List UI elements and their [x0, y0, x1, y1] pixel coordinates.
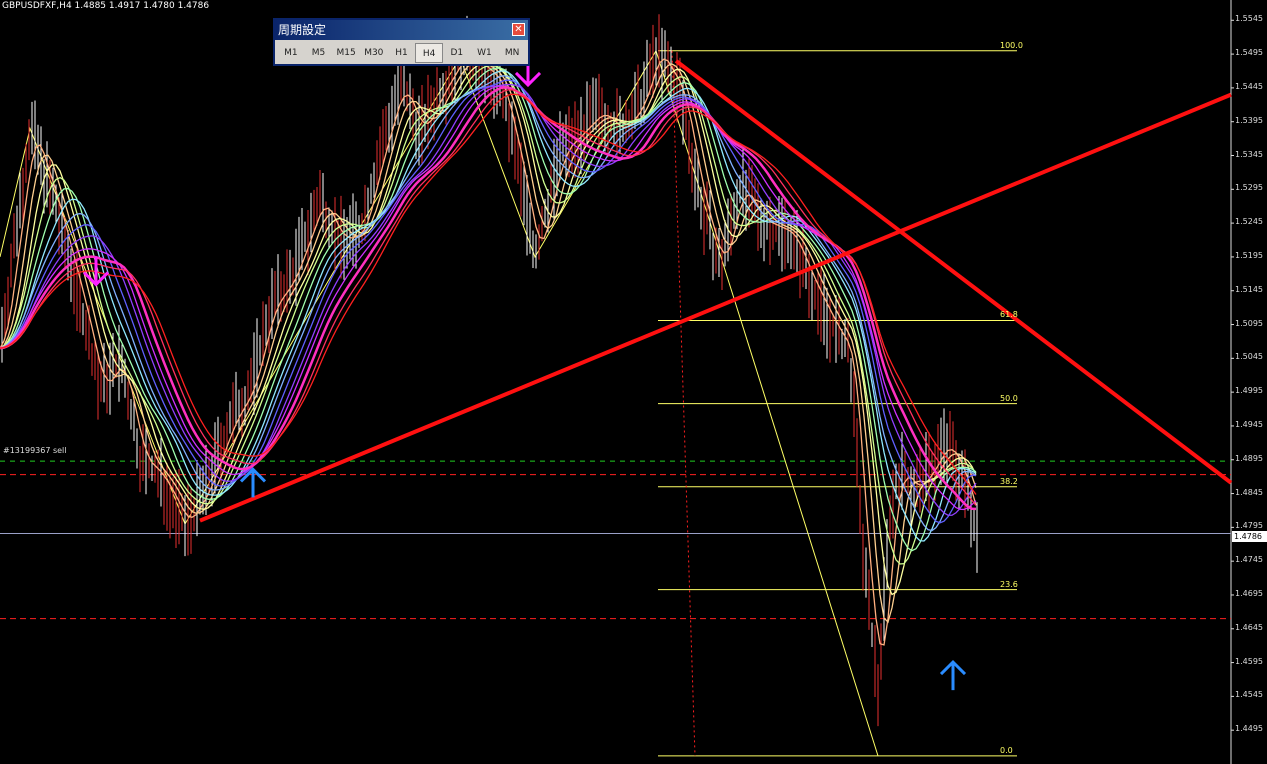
price-tick: 1.4545 — [1235, 690, 1263, 700]
timeframe-button-h1[interactable]: H1 — [388, 43, 416, 63]
fib-level-label: 0.0 — [1000, 745, 1013, 755]
price-tick: 1.5045 — [1235, 352, 1263, 362]
price-tick: 1.5545 — [1235, 14, 1263, 24]
current-price-badge: 1.4786 — [1232, 531, 1267, 542]
close-icon[interactable]: ✕ — [512, 23, 525, 36]
timeframe-button-m1[interactable]: M1 — [277, 43, 305, 63]
price-tick: 1.5145 — [1235, 284, 1263, 294]
price-tick: 1.5495 — [1235, 48, 1263, 58]
price-tick: 1.4645 — [1235, 622, 1263, 632]
price-tick: 1.4745 — [1235, 555, 1263, 565]
trendline — [674, 59, 1233, 485]
price-tick: 1.5395 — [1235, 115, 1263, 125]
fib-level-label: 61.8 — [1000, 310, 1018, 320]
timeframe-panel: 周期設定 ✕ M1 M5 M15 M30 H1 H4 D1 W1 MN — [273, 18, 530, 66]
price-tick: 1.4495 — [1235, 724, 1263, 734]
price-tick: 1.5345 — [1235, 149, 1263, 159]
timeframe-button-m5[interactable]: M5 — [305, 43, 333, 63]
price-tick: 1.4895 — [1235, 453, 1263, 463]
arrow-up-icon — [939, 659, 967, 691]
trendline — [199, 92, 1232, 523]
timeframe-button-m15[interactable]: M15 — [332, 43, 360, 63]
timeframe-button-h4[interactable]: H4 — [415, 43, 443, 63]
price-tick: 1.5195 — [1235, 250, 1263, 260]
timeframe-button-d1[interactable]: D1 — [443, 43, 471, 63]
timeframe-buttons: M1 M5 M15 M30 H1 H4 D1 W1 MN — [275, 40, 528, 66]
panel-title-bar[interactable]: 周期設定 ✕ — [275, 20, 528, 40]
fib-level-label: 100.0 — [1000, 40, 1023, 50]
price-tick: 1.5095 — [1235, 318, 1263, 328]
fib-level-label: 50.0 — [1000, 393, 1018, 403]
price-tick: 1.5245 — [1235, 217, 1263, 227]
panel-title: 周期設定 — [278, 23, 327, 37]
price-tick: 1.4845 — [1235, 487, 1263, 497]
price-tick: 1.4995 — [1235, 386, 1263, 396]
order-label: #13199367 sell — [3, 446, 67, 455]
price-tick: 1.4595 — [1235, 656, 1263, 666]
price-chart — [0, 0, 1234, 764]
fib-level-label: 23.6 — [1000, 579, 1018, 589]
price-tick: 1.5295 — [1235, 183, 1263, 193]
price-axis: 1.5545 1.5495 1.5445 1.5395 1.5345 1.5295 1.52… — [1231, 0, 1267, 764]
timeframe-button-mn[interactable]: MN — [498, 43, 526, 63]
price-tick: 1.4945 — [1235, 419, 1263, 429]
timeframe-button-m30[interactable]: M30 — [360, 43, 388, 63]
timeframe-button-w1[interactable]: W1 — [471, 43, 499, 63]
price-tick: 1.5445 — [1235, 81, 1263, 91]
price-tick: 1.4795 — [1235, 521, 1263, 531]
price-tick: 1.4695 — [1235, 588, 1263, 598]
fib-level-label: 38.2 — [1000, 476, 1018, 486]
symbol-info: GBPUSDFXF,H4 1.4885 1.4917 1.4780 1.4786 — [2, 1, 210, 11]
